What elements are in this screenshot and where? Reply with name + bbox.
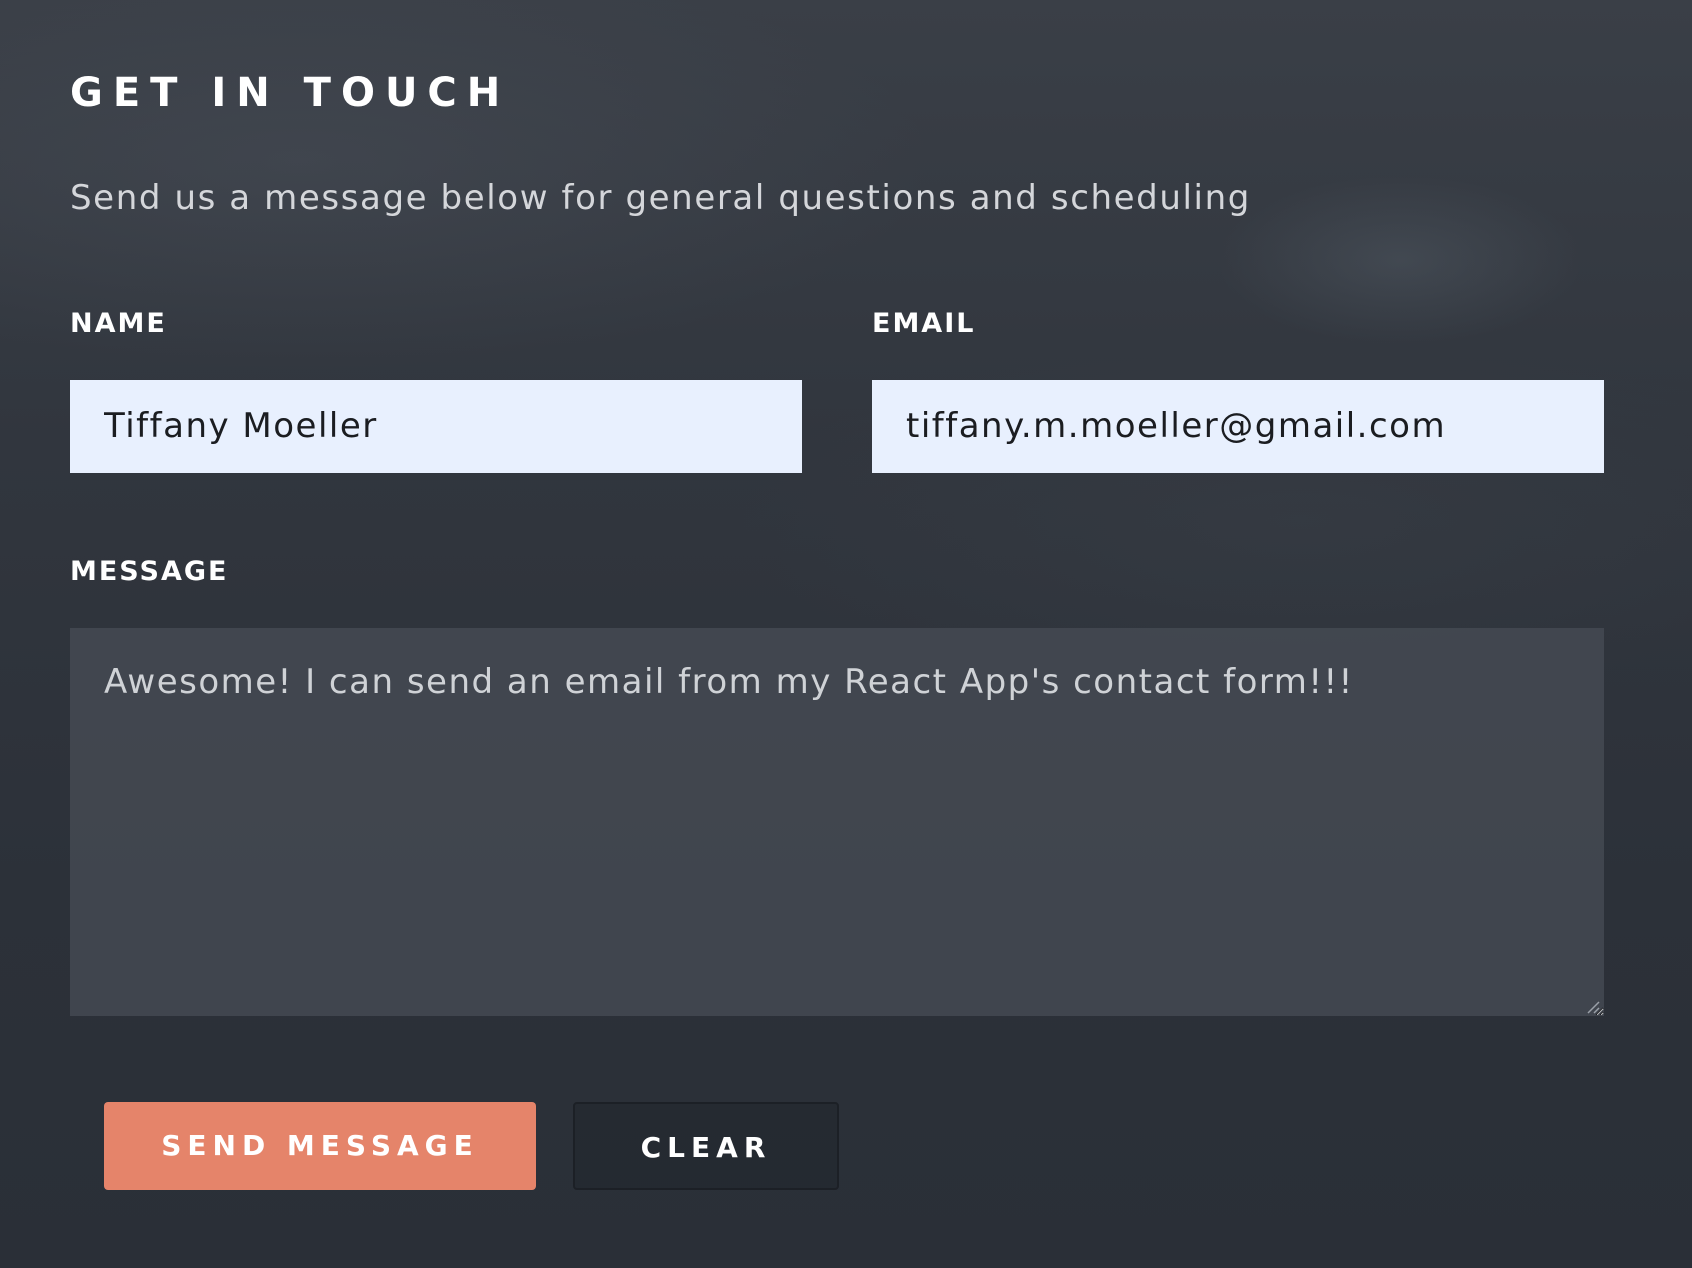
clear-button[interactable]: CLEAR <box>573 1102 839 1190</box>
message-label: MESSAGE <box>70 556 229 587</box>
contact-section: GET IN TOUCH Send us a message below for… <box>0 0 1692 1268</box>
email-label: EMAIL <box>872 308 976 339</box>
page-title: GET IN TOUCH <box>70 70 511 116</box>
name-input[interactable] <box>70 380 802 473</box>
page-subtitle: Send us a message below for general ques… <box>70 178 1251 218</box>
message-textarea[interactable]: Awesome! I can send an email from my Rea… <box>70 628 1604 1016</box>
name-label: NAME <box>70 308 167 339</box>
email-input[interactable] <box>872 380 1604 473</box>
send-message-button[interactable]: SEND MESSAGE <box>104 1102 536 1190</box>
